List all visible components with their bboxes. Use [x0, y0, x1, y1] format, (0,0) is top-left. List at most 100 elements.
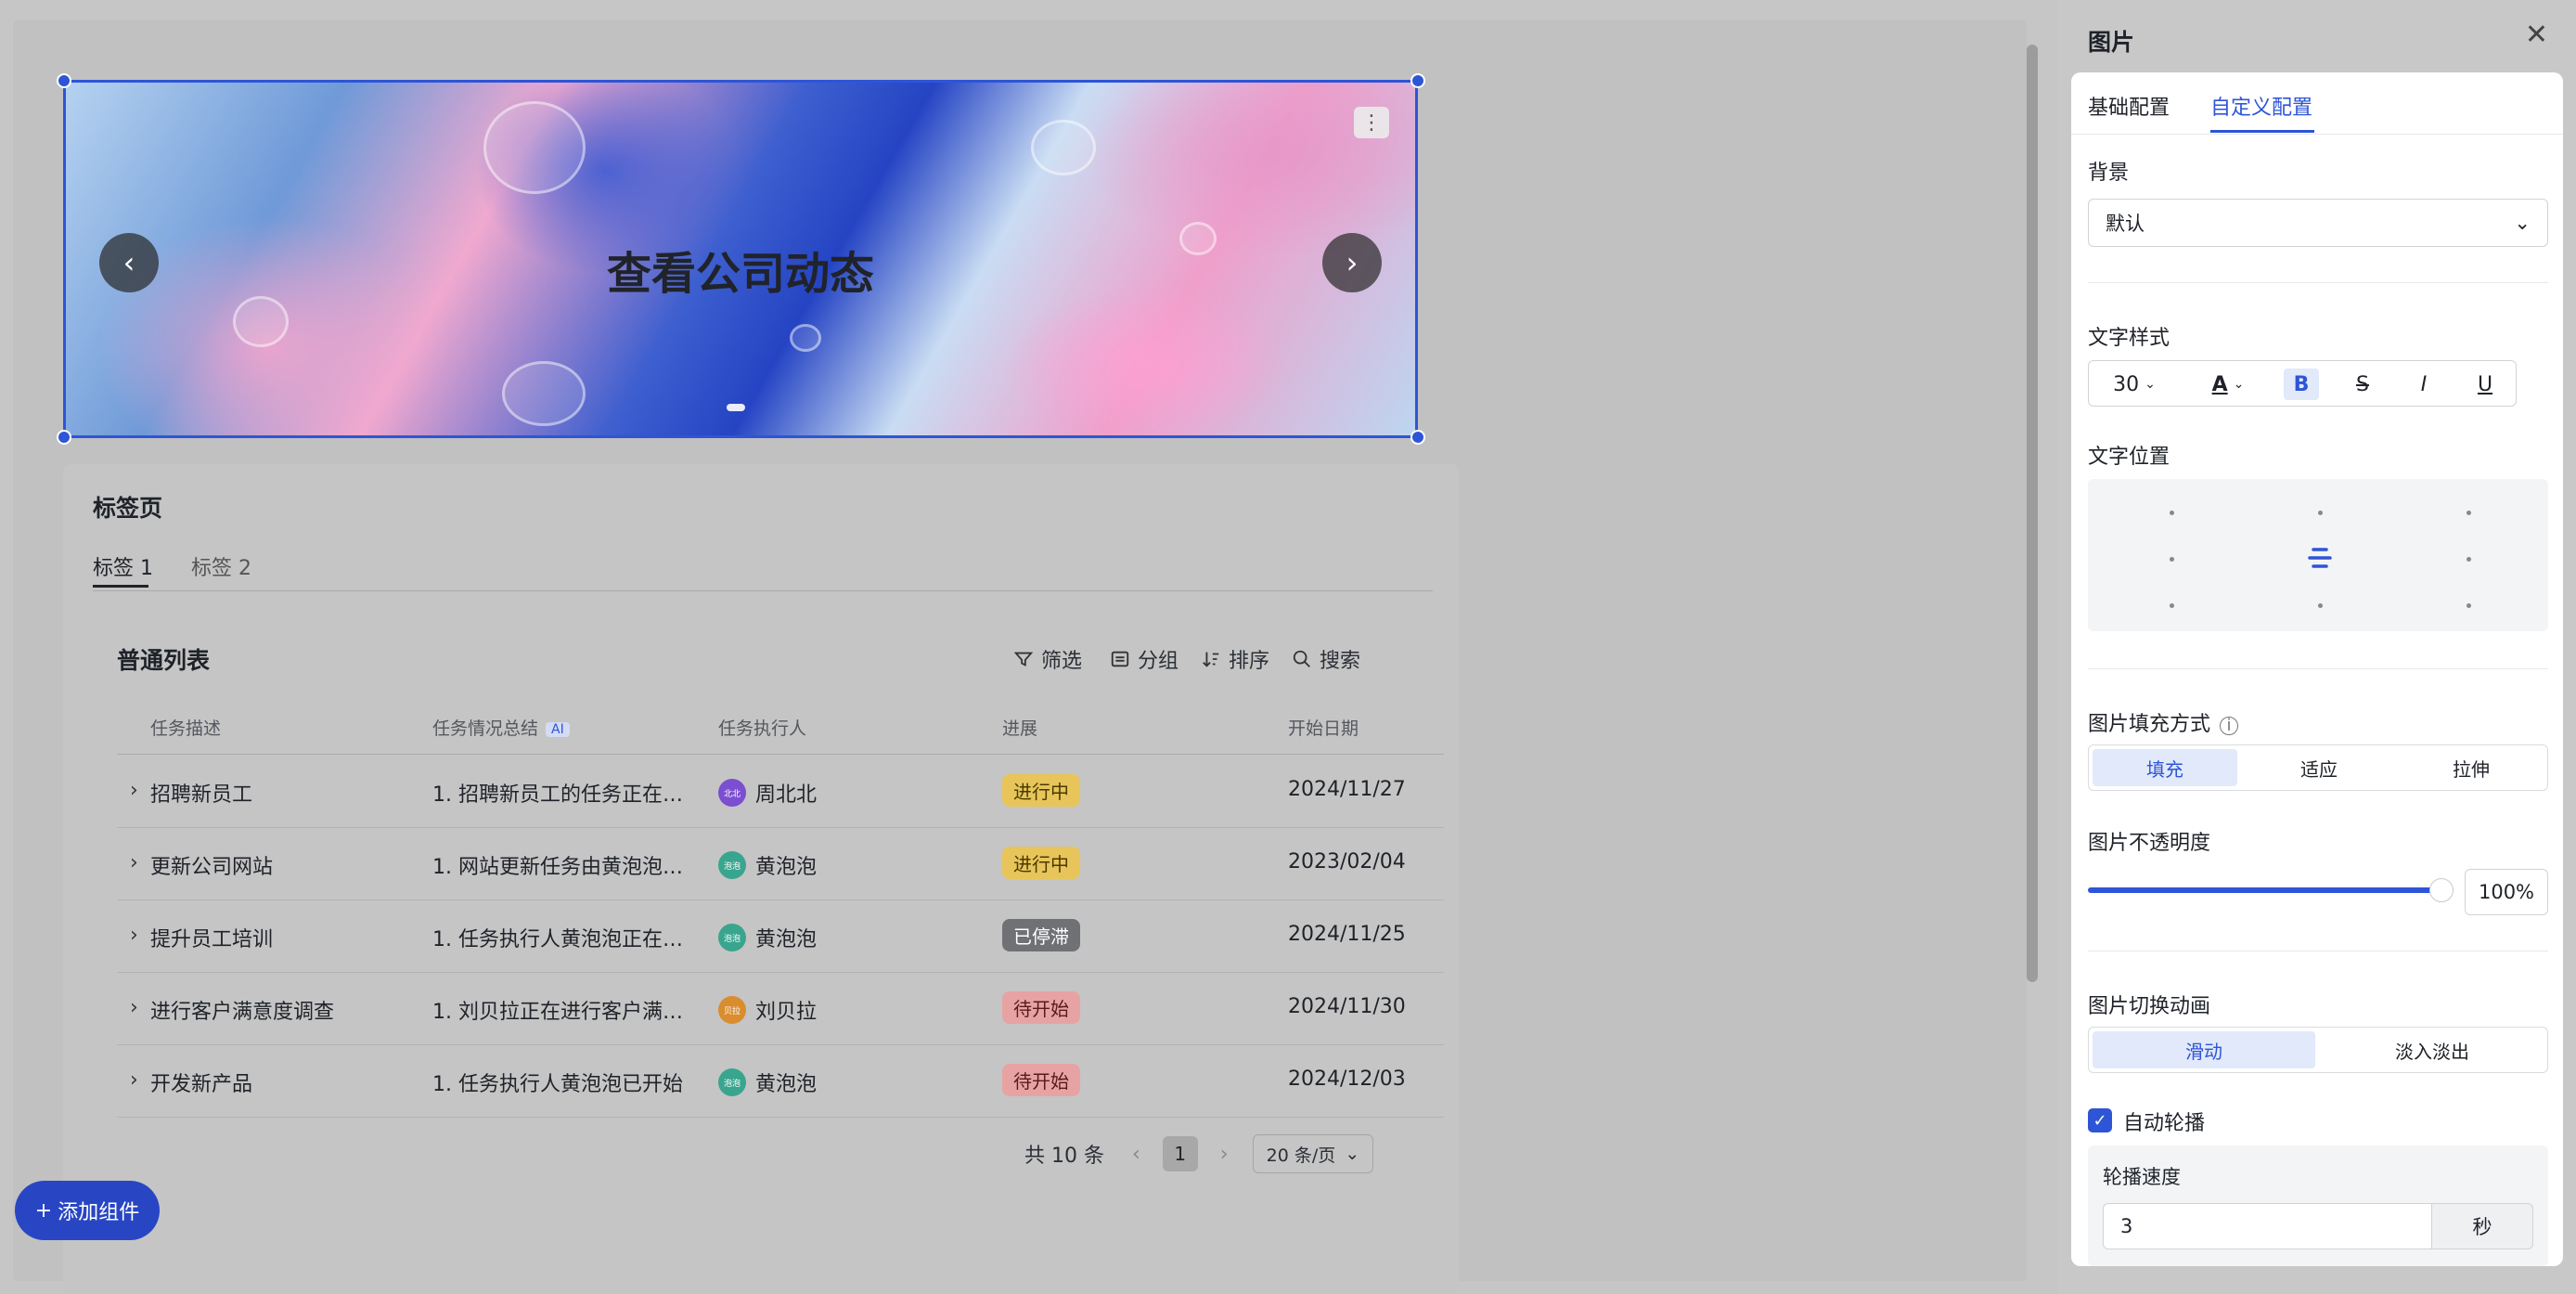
task-summary: 1. 任务执行人黄泡泡已开始: [432, 1073, 683, 1096]
expand-row-icon[interactable]: ›: [130, 924, 138, 947]
image-carousel[interactable]: 查看公司动态 ‹ › ⋮: [63, 80, 1418, 438]
expand-row-icon[interactable]: ›: [130, 851, 138, 874]
decor-bubble: [233, 296, 289, 347]
position-bottom-center[interactable]: [2318, 603, 2323, 608]
status-badge: 进行中: [1002, 847, 1080, 879]
carousel-indicator[interactable]: [727, 404, 745, 411]
add-component-button[interactable]: + 添加组件: [15, 1181, 160, 1240]
chevron-left-icon: ‹: [1131, 1142, 1140, 1166]
fill-mode-fit[interactable]: 适应: [2247, 749, 2391, 786]
bold-button[interactable]: B: [2284, 369, 2319, 400]
task-summary: 1. 网站更新任务由黄泡泡负责: [432, 856, 692, 879]
search-button[interactable]: 搜索: [1292, 644, 1360, 674]
carousel-next-button[interactable]: ›: [1322, 233, 1382, 292]
position-bottom-left[interactable]: [2170, 603, 2174, 608]
chevron-down-icon: ⌄: [2145, 377, 2156, 392]
opacity-label: 图片不透明度: [2088, 832, 2211, 855]
opacity-slider-track[interactable]: [2088, 887, 2439, 893]
font-color-icon: A: [2211, 372, 2228, 396]
carousel-prev-button[interactable]: ‹: [99, 233, 159, 292]
list-title: 普通列表: [117, 647, 211, 674]
chevron-down-icon: ⌄: [1345, 1144, 1360, 1164]
table-row[interactable]: › 招聘新员工 1. 招聘新员工的任务正在进行中 北北周北北 进行中 2024/11/27: [117, 756, 1444, 828]
canvas-scrollbar[interactable]: [2027, 45, 2038, 982]
resize-handle-top-left[interactable]: [57, 73, 71, 88]
expand-row-icon[interactable]: ›: [130, 1068, 138, 1092]
table-row[interactable]: › 进行客户满意度调查 1. 刘贝拉正在进行客户满意度调查 贝拉刘贝拉 待开始 2024/…: [117, 973, 1444, 1045]
position-top-right[interactable]: [2467, 511, 2471, 515]
tab-2[interactable]: 标签 2: [191, 551, 251, 581]
column-header-progress: 进展: [1002, 718, 1038, 739]
tab-1[interactable]: 标签 1: [93, 551, 153, 581]
plus-icon: +: [34, 1198, 53, 1223]
tab-custom-config[interactable]: 自定义配置: [2210, 91, 2312, 121]
font-size-select[interactable]: 30 ⌄: [2102, 369, 2167, 400]
resize-handle-bottom-left[interactable]: [57, 430, 71, 445]
align-center-icon: [2308, 548, 2332, 568]
tab-basic-config[interactable]: 基础配置: [2088, 91, 2170, 121]
next-page-button[interactable]: ›: [1220, 1143, 1229, 1166]
expand-row-icon[interactable]: ›: [130, 779, 138, 802]
prev-page-button[interactable]: ‹: [1132, 1143, 1140, 1166]
speed-label: 轮播速度: [2103, 1166, 2181, 1188]
page-size-select[interactable]: 20 条/页 ⌄: [1252, 1134, 1374, 1173]
close-panel-button[interactable]: ✕: [2525, 19, 2548, 51]
fill-mode-selector: 填充 适应 拉伸: [2088, 744, 2548, 791]
italic-button[interactable]: I: [2406, 369, 2441, 400]
more-options-button[interactable]: ⋮: [1354, 107, 1389, 138]
decor-bubble: [790, 324, 821, 352]
transition-slide[interactable]: 滑动: [2093, 1031, 2315, 1068]
task-owner: 泡泡 黄泡泡: [718, 923, 817, 952]
text-position-label: 文字位置: [2088, 446, 2170, 469]
opacity-slider-handle[interactable]: [2429, 878, 2454, 902]
table-row[interactable]: › 更新公司网站 1. 网站更新任务由黄泡泡负责 泡泡 黄泡泡 进行中 2023/02/04: [117, 828, 1444, 900]
resize-handle-top-right[interactable]: [1410, 73, 1425, 88]
autoplay-checkbox[interactable]: ✓: [2088, 1108, 2112, 1132]
task-summary: 1. 任务执行人黄泡泡正在进行: [432, 928, 692, 951]
speed-input[interactable]: 3: [2103, 1203, 2431, 1249]
decor-bubble: [1031, 120, 1096, 175]
fill-mode-fill[interactable]: 填充: [2093, 749, 2237, 786]
transition-selector: 滑动 淡入淡出: [2088, 1027, 2548, 1073]
column-header-start-date: 开始日期: [1288, 718, 1359, 739]
fill-mode-stretch[interactable]: 拉伸: [2399, 749, 2544, 786]
position-middle-right[interactable]: [2467, 557, 2471, 562]
info-icon[interactable]: i: [2220, 717, 2239, 735]
group-button[interactable]: 分组: [1110, 644, 1179, 674]
table-row[interactable]: › 开发新产品 1. 任务执行人黄泡泡已开始 泡泡 黄泡泡 待开始 2024/12/03: [117, 1045, 1444, 1118]
position-bottom-right[interactable]: [2467, 603, 2471, 608]
section-divider: [2088, 668, 2548, 669]
sort-button[interactable]: 排序: [1201, 644, 1269, 674]
transition-fade[interactable]: 淡入淡出: [2321, 1031, 2544, 1068]
task-start-date: 2024/11/25: [1288, 923, 1406, 946]
position-middle-left[interactable]: [2170, 557, 2174, 562]
task-status: 进行中: [1002, 847, 1080, 879]
filter-button[interactable]: 筛选: [1013, 644, 1082, 674]
text-style-toolbar: 30 ⌄ A ⌄ B S I U: [2088, 360, 2517, 407]
sort-label: 排序: [1229, 650, 1270, 673]
background-select[interactable]: 默认 ⌄: [2088, 199, 2548, 247]
task-name: 开发新产品: [150, 1073, 253, 1096]
table-row[interactable]: › 提升员工培训 1. 任务执行人黄泡泡正在进行 泡泡 黄泡泡 已停滞 2024/11/25: [117, 900, 1444, 973]
page-number-button[interactable]: 1: [1162, 1136, 1198, 1171]
panel-title: 图片: [2088, 29, 2135, 56]
task-status: 待开始: [1002, 991, 1080, 1024]
check-icon: ✓: [2093, 1110, 2107, 1131]
position-top-center[interactable]: [2318, 511, 2323, 515]
position-top-left[interactable]: [2170, 511, 2174, 515]
underline-button[interactable]: U: [2467, 369, 2503, 400]
strikethrough-button[interactable]: S: [2345, 369, 2380, 400]
tabs-title: 标签页: [93, 495, 163, 522]
task-start-date: 2024/11/30: [1288, 995, 1406, 1018]
speed-unit: 秒: [2431, 1203, 2533, 1249]
expand-row-icon[interactable]: ›: [130, 996, 138, 1019]
more-vertical-icon: ⋮: [1361, 110, 1382, 135]
background-label: 背景: [2088, 162, 2130, 185]
resize-handle-bottom-right[interactable]: [1410, 430, 1425, 445]
font-color-button[interactable]: A ⌄: [2200, 369, 2256, 400]
pagination: 共 10 条 ‹ 1 › 20 条/页 ⌄: [1024, 1134, 1374, 1173]
column-header-desc: 任务描述: [150, 718, 222, 739]
opacity-input[interactable]: 100%: [2465, 869, 2548, 915]
position-center-selected[interactable]: [2307, 546, 2333, 570]
task-start-date: 2023/02/04: [1288, 850, 1406, 873]
